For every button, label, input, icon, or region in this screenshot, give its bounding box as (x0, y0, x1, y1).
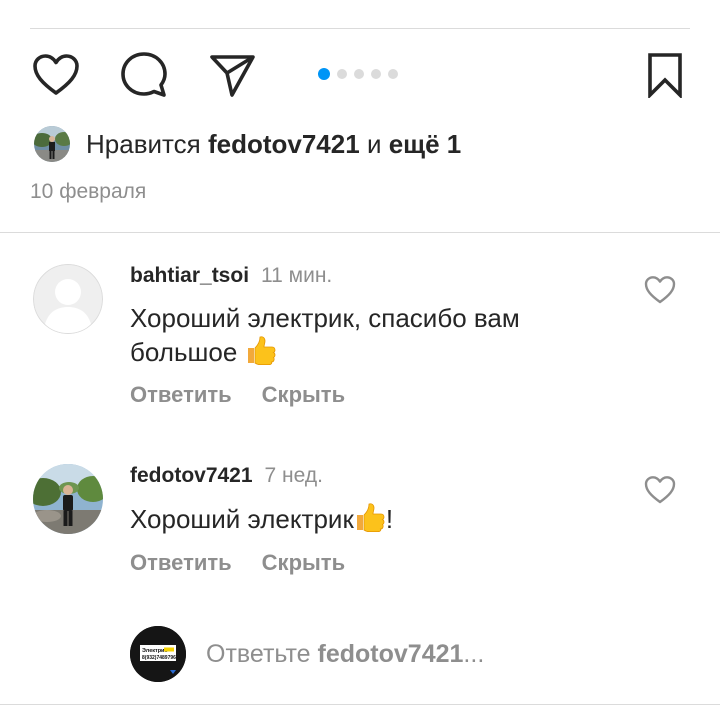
logo-avatar-icon: Электрик 8(932)7489796 (130, 626, 186, 682)
thumbs-up-icon (247, 336, 275, 365)
reply-input-row[interactable]: Электрик 8(932)7489796 Ответьте fedotov7… (130, 626, 484, 682)
profile-photo-icon (33, 464, 103, 534)
commenter-avatar[interactable] (33, 264, 103, 334)
likes-more[interactable]: ещё 1 (389, 129, 462, 159)
likes-and: и (366, 128, 382, 159)
current-user-avatar: Электрик 8(932)7489796 (130, 626, 186, 682)
send-icon (210, 55, 255, 97)
comment-actions: Ответить Скрыть (130, 550, 375, 576)
comment-meta: fedotov7421 7 нед. (130, 464, 323, 488)
comment-body-end: ! (385, 504, 394, 534)
reply-button[interactable]: Ответить (130, 550, 232, 575)
reply-input[interactable]: Ответьте fedotov7421... (206, 640, 484, 669)
liker-avatar[interactable] (34, 126, 70, 162)
comment-button[interactable] (119, 50, 169, 100)
comment-time: 7 нед. (264, 464, 323, 487)
comment-like-button[interactable] (642, 472, 678, 508)
comment-text: Хороший электрик, спасибо вам большое (130, 302, 630, 369)
svg-text:8(932)7489796: 8(932)7489796 (142, 655, 176, 661)
carousel-dot (337, 69, 347, 79)
hide-button[interactable]: Скрыть (262, 550, 345, 575)
hide-button[interactable]: Скрыть (262, 382, 345, 407)
comment-icon (121, 52, 167, 97)
heart-icon (33, 54, 79, 95)
likes-text: Нравится fedotov7421 и ещё 1 (86, 129, 461, 160)
thumbs-up-icon (356, 503, 385, 532)
reply-button[interactable]: Ответить (130, 382, 232, 407)
post-date: 10 февраля (30, 180, 147, 203)
liker-username[interactable]: fedotov7421 (208, 129, 360, 159)
comment-text: Хороший электрик ! (130, 502, 630, 536)
carousel-dot-active (318, 68, 330, 80)
comment-meta: bahtiar_tsoi 11 мин. (130, 264, 332, 288)
comment-actions: Ответить Скрыть (130, 382, 375, 408)
like-button[interactable] (31, 50, 81, 100)
top-divider (30, 28, 690, 29)
default-avatar-icon (33, 264, 103, 334)
bookmark-icon (648, 53, 682, 98)
reply-prefix: Ответьте (206, 639, 311, 668)
save-button[interactable] (640, 50, 690, 100)
comment-body: Хороший электрик (130, 504, 354, 534)
share-button[interactable] (207, 50, 257, 100)
heart-icon (644, 476, 676, 504)
likes-prefix: Нравится (86, 128, 201, 159)
carousel-dot (371, 69, 381, 79)
commenter-avatar[interactable] (33, 464, 103, 534)
comment-time: 11 мин. (261, 264, 333, 287)
carousel-indicator (318, 68, 398, 80)
post-action-bar (0, 40, 720, 106)
comment-like-button[interactable] (642, 272, 678, 308)
comment-username[interactable]: fedotov7421 (130, 464, 253, 487)
svg-text:Электрик: Электрик (142, 648, 167, 654)
carousel-dot (354, 69, 364, 79)
carousel-dot (388, 69, 398, 79)
bottom-divider (0, 704, 720, 705)
reply-target-user: fedotov7421 (317, 639, 464, 668)
reply-ellipsis: ... (463, 639, 485, 668)
comment-username[interactable]: bahtiar_tsoi (130, 264, 249, 287)
heart-icon (644, 276, 676, 304)
likes-summary[interactable]: Нравится fedotov7421 и ещё 1 (34, 124, 461, 164)
comments-divider (0, 232, 720, 233)
comment-body: Хороший электрик, спасибо вам большое (130, 303, 520, 367)
